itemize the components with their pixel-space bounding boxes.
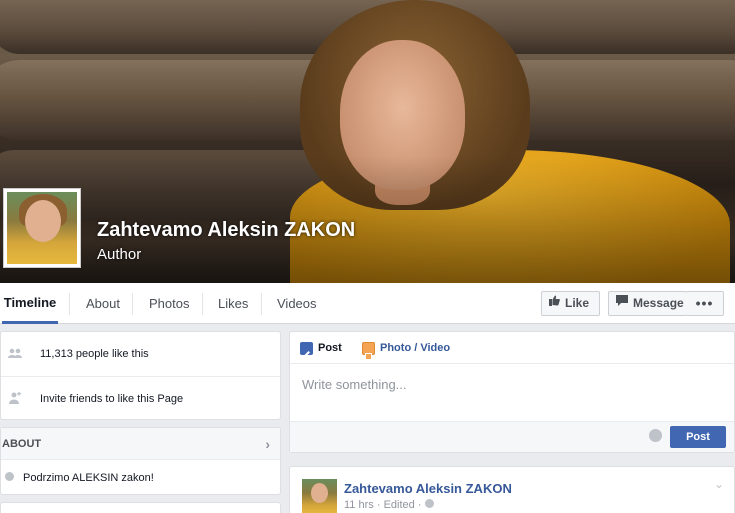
about-description-text: Podrzimo ALEKSIN zakon! bbox=[23, 472, 154, 484]
like-button[interactable]: Like bbox=[541, 291, 600, 316]
post-meta: 11 hrs · Edited · bbox=[344, 499, 434, 511]
tab-videos[interactable]: Videos bbox=[277, 283, 317, 324]
message-icon bbox=[616, 292, 628, 315]
likes-count-text: 11,313 people like this bbox=[40, 348, 149, 360]
page-navbar: Timeline About Photos Likes Videos Like … bbox=[0, 283, 735, 324]
thumbs-up-icon bbox=[549, 292, 560, 315]
feed-post: Zahtevamo Aleksin ZAKON 11 hrs · Edited … bbox=[289, 466, 735, 513]
page-category[interactable]: Author bbox=[97, 246, 141, 263]
about-title: ABOUT bbox=[2, 438, 42, 450]
invite-friends-text: Invite friends to like this Page bbox=[40, 393, 184, 405]
globe-icon[interactable] bbox=[649, 429, 662, 442]
page-stats-card: 11,313 people like this Invite friends t… bbox=[0, 331, 281, 420]
message-button[interactable]: Message bbox=[608, 291, 687, 316]
add-person-icon bbox=[1, 391, 29, 407]
composer-footer: Post bbox=[290, 421, 734, 452]
chevron-right-icon: › bbox=[265, 436, 270, 452]
post-timestamp[interactable]: 11 hrs bbox=[344, 499, 374, 511]
post-author-name[interactable]: Zahtevamo Aleksin ZAKON bbox=[344, 481, 512, 496]
about-description-row: Podrzimo ALEKSIN zakon! bbox=[1, 461, 280, 495]
post-author-avatar[interactable] bbox=[302, 479, 337, 513]
tab-timeline[interactable]: Timeline bbox=[2, 283, 58, 324]
more-options-button[interactable]: ••• bbox=[686, 291, 724, 316]
info-icon bbox=[1, 472, 17, 484]
composer-tab-photo-video[interactable]: Photo / Video bbox=[362, 332, 450, 364]
about-card: ABOUT › Podrzimo ALEKSIN zakon! bbox=[0, 427, 281, 495]
post-button[interactable]: Post bbox=[670, 426, 726, 448]
about-header[interactable]: ABOUT › bbox=[1, 428, 280, 460]
composer-tab-post[interactable]: Post bbox=[300, 332, 342, 364]
profile-picture[interactable] bbox=[3, 188, 81, 268]
people-icon bbox=[1, 348, 29, 361]
globe-icon bbox=[424, 499, 434, 511]
post-composer: Post Photo / Video Write something... Po… bbox=[289, 331, 735, 453]
post-edited-label[interactable]: Edited bbox=[384, 499, 415, 511]
composer-input[interactable]: Write something... bbox=[302, 377, 407, 392]
tab-likes[interactable]: Likes bbox=[218, 283, 248, 324]
page-title[interactable]: Zahtevamo Aleksin ZAKON bbox=[97, 219, 355, 242]
profile-picture-image bbox=[7, 192, 77, 264]
left-next-card bbox=[0, 502, 281, 513]
chevron-down-icon[interactable]: ⌄ bbox=[714, 477, 724, 491]
invite-friends-row[interactable]: Invite friends to like this Page bbox=[1, 377, 280, 421]
likes-count-row[interactable]: 11,313 people like this bbox=[1, 332, 280, 376]
composer-tabs: Post Photo / Video bbox=[290, 332, 734, 364]
pencil-icon bbox=[300, 341, 313, 358]
tab-about[interactable]: About bbox=[86, 283, 120, 324]
tab-photos[interactable]: Photos bbox=[149, 283, 189, 324]
photo-icon bbox=[362, 341, 375, 360]
